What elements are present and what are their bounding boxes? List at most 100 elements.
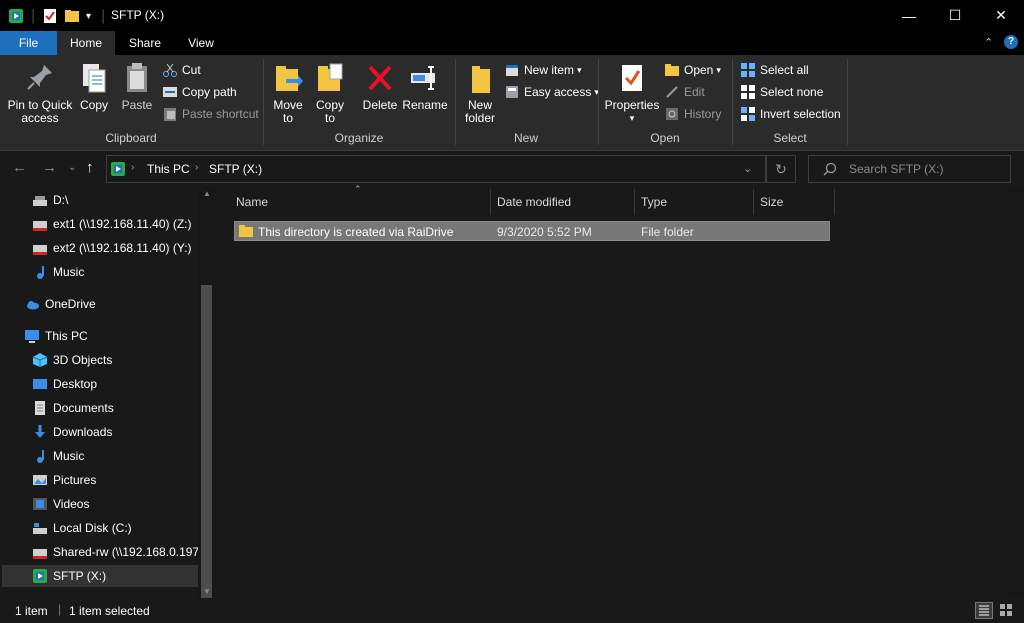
- tab-home[interactable]: Home: [57, 31, 115, 55]
- new-folder-label-2: folder: [464, 111, 496, 125]
- column-separator[interactable]: [753, 189, 754, 215]
- scroll-down-icon[interactable]: ▼: [203, 587, 211, 596]
- table-row[interactable]: This directory is created via RaiDrive 9…: [234, 221, 830, 241]
- close-button[interactable]: ✕: [978, 0, 1024, 31]
- refresh-button[interactable]: ↻: [766, 155, 796, 183]
- network-drive-icon: [32, 240, 48, 256]
- cube-icon: [32, 352, 48, 368]
- nav-item-local-disk[interactable]: Local Disk (C:): [32, 517, 132, 539]
- customize-toolbar-icon[interactable]: ▾: [86, 7, 91, 25]
- nav-item-3d-objects[interactable]: 3D Objects: [32, 349, 112, 371]
- copy-path-button[interactable]: Copy path: [162, 82, 237, 102]
- music-icon: [32, 264, 48, 280]
- title-separator-2: │: [100, 9, 108, 23]
- column-header-size[interactable]: Size: [756, 189, 834, 215]
- file-name: This directory is created via RaiDrive: [258, 225, 454, 239]
- nav-item-onedrive[interactable]: OneDrive: [24, 293, 96, 315]
- nav-item-ext1[interactable]: ext1 (\\192.168.11.40) (Z:): [32, 213, 192, 235]
- nav-item-videos[interactable]: Videos: [32, 493, 89, 515]
- nav-item-this-pc[interactable]: This PC: [24, 325, 88, 347]
- collapse-ribbon-icon[interactable]: ⌃: [984, 36, 993, 49]
- nav-scrollbar-thumb[interactable]: [201, 285, 212, 598]
- cloud-icon: [24, 296, 40, 312]
- cut-label: Cut: [182, 63, 201, 77]
- nav-item-d-drive[interactable]: D:\: [32, 189, 68, 211]
- copy-label: Copy: [79, 98, 108, 112]
- select-none-button[interactable]: Select none: [740, 82, 823, 102]
- edit-button[interactable]: Edit: [664, 82, 705, 102]
- group-label-select: Select: [773, 131, 807, 145]
- new-folder-button[interactable]: New folder: [460, 61, 500, 125]
- nav-label: Local Disk (C:): [53, 521, 132, 535]
- rename-button[interactable]: Rename: [402, 61, 448, 112]
- search-input[interactable]: Search SFTP (X:): [808, 155, 1011, 183]
- tab-share[interactable]: Share: [117, 31, 173, 55]
- breadcrumb-this-pc[interactable]: This PC: [147, 162, 190, 176]
- new-item-button[interactable]: New item ▾: [504, 60, 582, 80]
- properties-quick-icon[interactable]: [42, 7, 58, 25]
- minimize-button[interactable]: —: [886, 0, 932, 31]
- pin-to-quick-access-button[interactable]: Pin to Quick access: [4, 61, 76, 125]
- up-arrow-icon[interactable]: ↑: [86, 159, 94, 176]
- nav-item-pictures[interactable]: Pictures: [32, 469, 96, 491]
- column-separator[interactable]: [634, 189, 635, 215]
- forward-arrow-icon[interactable]: →: [42, 159, 57, 176]
- column-header-date[interactable]: Date modified: [493, 189, 634, 215]
- invert-selection-button[interactable]: Invert selection: [740, 104, 841, 124]
- column-separator[interactable]: [490, 189, 491, 215]
- copy-button[interactable]: Copy: [76, 61, 112, 112]
- scroll-up-icon[interactable]: ▲: [203, 189, 211, 198]
- content-scrollbar[interactable]: [1007, 187, 1024, 598]
- sftp-drive-icon: [32, 568, 48, 584]
- large-icons-view-icon[interactable]: [998, 602, 1016, 619]
- nav-item-documents[interactable]: Documents: [32, 397, 114, 419]
- column-header-name[interactable]: Name: [232, 189, 490, 215]
- select-all-button[interactable]: Select all: [740, 60, 809, 80]
- history-button[interactable]: History: [664, 104, 721, 124]
- help-icon[interactable]: ?: [1004, 35, 1018, 49]
- details-view-icon[interactable]: [975, 602, 993, 619]
- edit-label: Edit: [684, 85, 705, 99]
- nav-label: This PC: [45, 329, 88, 343]
- new-item-label: New item: [524, 63, 575, 77]
- address-dropdown-icon[interactable]: ⌄: [743, 162, 752, 175]
- properties-label: Properties: [604, 98, 660, 112]
- copy-to-label-2: to: [324, 111, 335, 125]
- recent-locations-icon[interactable]: ⌄: [68, 162, 76, 173]
- edit-pencil-icon: [664, 84, 680, 100]
- column-separator[interactable]: [834, 189, 835, 215]
- paste-label: Paste: [121, 98, 153, 112]
- address-bar[interactable]: › This PC › SFTP (X:) ⌄: [106, 155, 766, 183]
- properties-button[interactable]: Properties ▾: [604, 61, 660, 125]
- nav-item-music-1[interactable]: Music: [32, 261, 84, 283]
- easy-access-button[interactable]: Easy access ▾: [504, 82, 599, 102]
- delete-button[interactable]: Delete: [360, 61, 400, 112]
- open-button[interactable]: Open ▾: [664, 60, 721, 80]
- copy-to-button[interactable]: Copy to: [310, 61, 350, 125]
- delete-label: Delete: [362, 98, 398, 112]
- nav-item-shared-rw[interactable]: Shared-rw (\\192.168.0.197): [32, 541, 203, 563]
- paste-button[interactable]: Paste: [118, 61, 156, 112]
- copy-to-icon: [314, 61, 346, 95]
- new-folder-quick-icon[interactable]: [64, 7, 80, 25]
- cut-button[interactable]: Cut: [162, 60, 201, 80]
- invert-selection-label: Invert selection: [760, 107, 841, 121]
- paste-shortcut-button[interactable]: Paste shortcut: [162, 104, 259, 124]
- nav-label: ext1 (\\192.168.11.40) (Z:): [53, 217, 192, 231]
- rename-label: Rename: [402, 98, 448, 112]
- nav-item-desktop[interactable]: Desktop: [32, 373, 97, 395]
- scissors-icon: [162, 62, 178, 78]
- maximize-button[interactable]: ☐: [932, 0, 978, 31]
- move-to-button[interactable]: Move to: [268, 61, 308, 125]
- nav-item-ext2[interactable]: ext2 (\\192.168.11.40) (Y:): [32, 237, 192, 259]
- column-header-type[interactable]: Type: [637, 189, 753, 215]
- rename-icon: [409, 61, 441, 95]
- tab-file[interactable]: File: [0, 31, 57, 55]
- back-arrow-icon[interactable]: ←: [12, 159, 27, 176]
- nav-item-downloads[interactable]: Downloads: [32, 421, 112, 443]
- invert-selection-icon: [740, 106, 756, 122]
- tab-view[interactable]: View: [173, 31, 229, 55]
- breadcrumb-sftp[interactable]: SFTP (X:): [209, 162, 262, 176]
- nav-item-music-2[interactable]: Music: [32, 445, 84, 467]
- nav-item-sftp[interactable]: SFTP (X:): [2, 565, 198, 587]
